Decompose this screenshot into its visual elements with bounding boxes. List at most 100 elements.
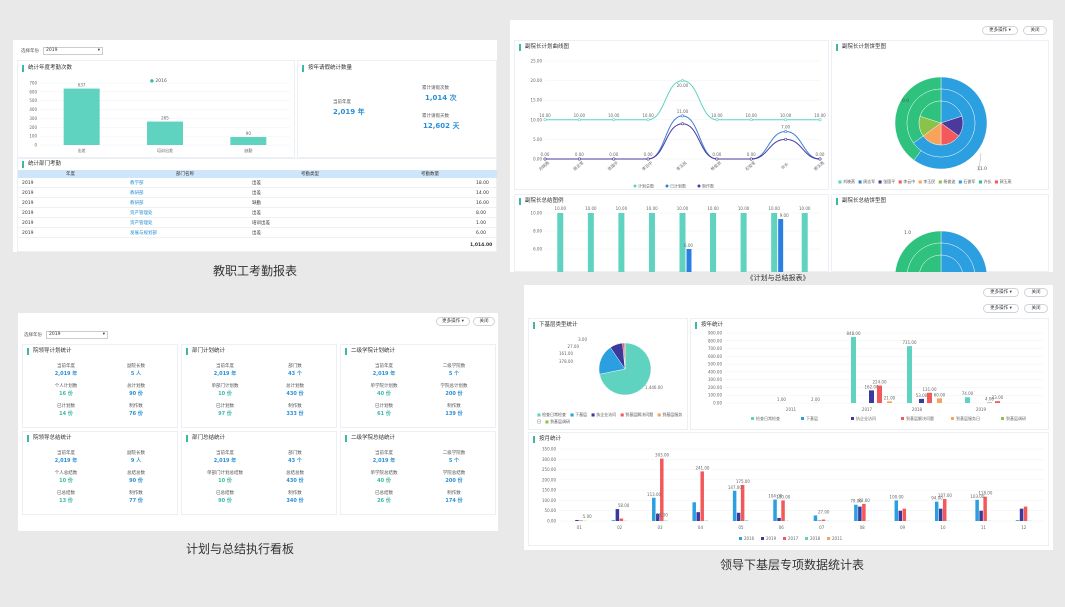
bar — [1023, 506, 1028, 521]
legend-label: 制作数 — [702, 183, 714, 189]
bar — [619, 518, 624, 521]
more-actions-button[interactable]: 更多操作 ▾ — [436, 317, 470, 326]
y-tick-label: 350.00 — [542, 447, 556, 452]
stat-value: 5 人 — [130, 371, 142, 377]
legend-label: 计划总数 — [638, 183, 654, 189]
stat-value: 200 份 — [445, 478, 463, 484]
cell-dept[interactable]: 资产管理处 — [130, 219, 153, 228]
grassroots-stats-panel: 更多操作 ▾ 关闭 更多操作 ▾ 关闭 下基层类型统计 3.00 27.00 161… — [524, 285, 1053, 550]
card-title: 院领导总结统计 — [27, 435, 72, 442]
plan-summary-report-panel: 更多操作 ▾ 关闭 副院长计划曲线图 25.00 20.00 15.00 10.00 5… — [510, 20, 1053, 272]
y-tick-label: 500.00 — [708, 362, 722, 367]
more-actions-button[interactable]: 更多操作 ▾ — [983, 288, 1019, 297]
stat-item: 单部门计划总结数 10 份 — [200, 470, 250, 484]
cell-count: 6.00 — [476, 231, 487, 236]
bar — [858, 506, 862, 521]
data-label: 10.00 — [746, 113, 758, 118]
bar — [652, 497, 656, 521]
stat-item: 当前年度 2,019 年 — [200, 450, 250, 464]
bar — [575, 519, 579, 521]
cell-dept[interactable]: 资产管理处 — [130, 209, 153, 218]
header-dept: 部门名称 — [176, 172, 194, 177]
data-label: 0.00 — [816, 152, 825, 157]
stat-item: 制作数 174 份 — [429, 490, 479, 504]
stat-label: 部门数 — [288, 451, 302, 456]
stat-item: 二级学院数 5 个 — [429, 363, 479, 377]
data-label: 10.00 — [814, 113, 826, 118]
plan-line-card: 副院长计划曲线图 25.00 20.00 15.00 10.00 5.00 0.00 刘晓燕… — [514, 40, 829, 190]
bar — [902, 508, 907, 521]
x-tick-label: 07 — [819, 525, 825, 530]
cell-dept[interactable]: 教学部 — [130, 179, 144, 188]
legend-label: 到基层解决问题 — [906, 415, 934, 421]
card-title: 二级学院总结统计 — [345, 435, 395, 442]
legend-item: ■ 许长 — [978, 179, 992, 184]
stat-item: 已计划数 14 份 — [41, 403, 91, 417]
cell-year: 2019 — [22, 221, 34, 226]
data-label: 0.00 — [575, 152, 584, 157]
stat-value: 430 份 — [286, 391, 304, 397]
stat-value: 340 份 — [286, 498, 304, 504]
cell-dept[interactable]: 发展与规划部 — [130, 229, 157, 238]
series-point — [543, 118, 547, 122]
legend-item: ■ 李玉民 — [918, 179, 936, 184]
stat-item: 当前年度 2,019 年 — [200, 363, 250, 377]
more-actions-button-2[interactable]: 更多操作 ▾ — [983, 304, 1019, 313]
bar — [907, 346, 912, 403]
bar — [813, 515, 818, 521]
data-label: 848.00 — [847, 331, 861, 336]
stat-value: 10 份 — [59, 478, 73, 484]
legend-item: ■ 张国平 — [878, 179, 896, 184]
bar — [579, 520, 583, 521]
data-label: 265 — [161, 116, 169, 121]
leave-days-value: 12,602 天 — [423, 122, 460, 130]
stat-item: 制作数 333 份 — [270, 403, 320, 417]
data-label: 10.00 — [799, 206, 811, 211]
bar — [710, 213, 717, 272]
stat-item: 已总结数 13 份 — [41, 490, 91, 504]
cell-type: 缺勤 — [252, 201, 261, 206]
close-button[interactable]: 关闭 — [1023, 26, 1047, 35]
legend-swatch — [761, 537, 764, 540]
close-button[interactable]: 关闭 — [1024, 288, 1048, 297]
stat-value: 333 份 — [286, 411, 304, 417]
current-year-label: 当前年度 — [333, 100, 351, 105]
cell-dept[interactable]: 教研部 — [130, 199, 144, 208]
data-label: 10.00 — [555, 206, 567, 211]
plan-pie-card: 副院长计划饼型图 0.0 11.0 ■ 刘晓燕 ■ 周志军 ■ 张国平 ■ 李云中 ■ … — [831, 40, 1049, 190]
y-tick-label: 600.00 — [708, 354, 722, 359]
stat-card: 部门总结统计 当前年度 2,019 年 部门数 43 个单部门计划总结数 10 份 总结总数… — [181, 431, 337, 515]
summary-pie-chart — [895, 230, 987, 272]
leave-stats-card: 按年请假统计数量 当前年度 2,019 年 累计请假次数 1,014 次 累计请… — [297, 60, 497, 158]
close-button[interactable]: 关闭 — [473, 317, 495, 326]
cell-year: 2019 — [22, 181, 34, 186]
stat-value: 200 份 — [445, 391, 463, 397]
stat-label: 制作数 — [129, 404, 143, 409]
section-title: 统计部门考勤 — [22, 161, 61, 168]
card-title: 二级学院计划统计 — [345, 348, 395, 355]
stat-label: 部门数 — [288, 364, 302, 369]
cell-dept[interactable]: 教研部 — [130, 189, 144, 198]
year-select[interactable]: 2019 — [43, 47, 103, 55]
x-tick-label: 李云中 — [640, 159, 653, 171]
data-label: 5.00 — [583, 514, 592, 519]
year-select[interactable]: 2019 — [46, 331, 108, 339]
stat-value: 90 份 — [218, 498, 232, 504]
stat-value: 26 份 — [377, 498, 391, 504]
stat-label: 副院长数 — [127, 364, 145, 369]
close-button-2[interactable]: 关闭 — [1024, 304, 1048, 313]
header-count: 考勤数量 — [421, 172, 439, 177]
x-tick-label: 03 — [657, 525, 663, 530]
stat-item: 总结总数 430 份 — [270, 470, 320, 484]
legend-label: 2016 — [744, 536, 755, 541]
plan-execution-board-panel: 选择年份 2019 更多操作 ▾ 关闭 院领导计划统计当前年度2,019 年副院… — [18, 313, 498, 531]
x-tick-label: 06 — [779, 525, 785, 530]
data-label: 10.00 — [642, 113, 654, 118]
cell-type: 出差 — [252, 231, 261, 236]
data-label: 175.00 — [736, 479, 750, 484]
stat-value: 90 份 — [129, 478, 143, 484]
y-tick-label: 200.00 — [542, 477, 556, 482]
header-type: 考勤类型 — [301, 172, 319, 177]
more-actions-button[interactable]: 更多操作 ▾ — [982, 26, 1018, 35]
bar — [927, 392, 932, 403]
